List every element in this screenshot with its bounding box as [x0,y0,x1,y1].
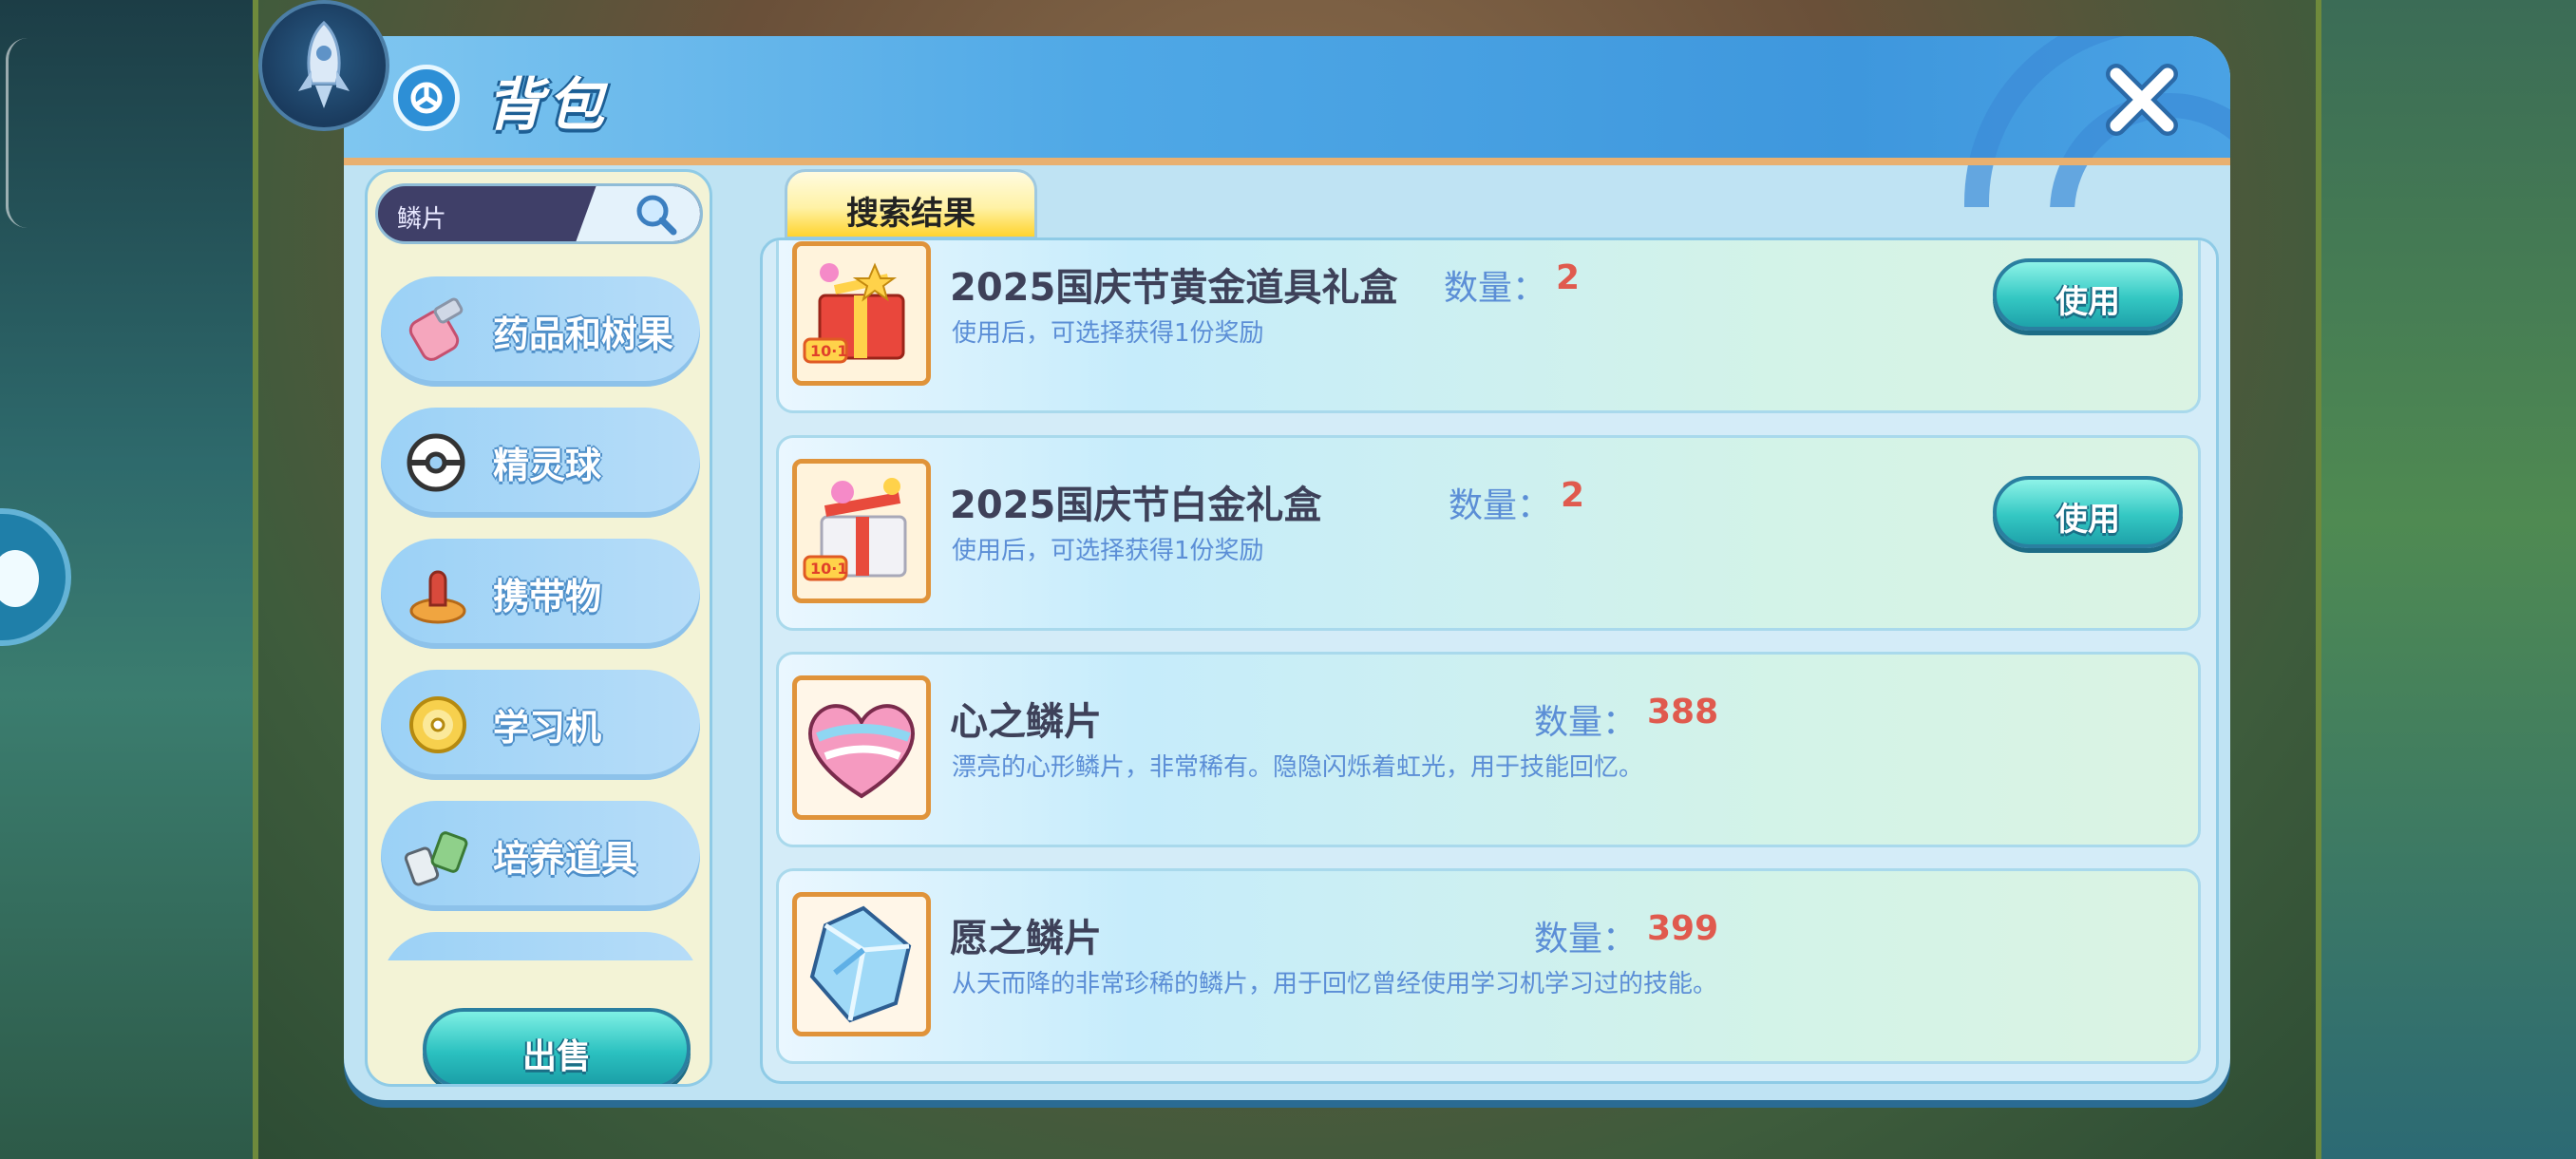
quantity-label: 数量： [1449,486,1552,525]
background-edge-left [253,0,258,1159]
close-icon [2106,64,2178,136]
rocket-button[interactable] [258,0,389,131]
category-training-items[interactable]: 培养道具 [381,801,700,911]
potion-icon [408,297,464,361]
list-item[interactable]: 心之鳞片 漂亮的心形鳞片，非常稀有。隐隐闪烁着虹光，用于技能回忆。 数量： 38… [776,652,2201,847]
disc-icon [409,696,466,753]
category-label: 药品和树果 [493,314,674,355]
list-item[interactable]: 10·1 2025国庆节黄金道具礼盒 使用后，可选择获得1份奖励 数量： 2 使… [776,240,2201,413]
quantity-value: 2 [1561,476,1585,515]
list-item[interactable]: 10·1 2025国庆节白金礼盒 使用后，可选择获得1份奖励 数量： 2 使用 [776,435,2201,631]
use-button-label: 使用 [2055,501,2120,539]
category-tm[interactable]: 学习机 [381,670,700,780]
background-right [2320,0,2576,1159]
quantity-value: 388 [1647,693,1719,732]
item-description: 从天而降的非常珍稀的鳞片，用于回忆曾经使用学习机学习过的技能。 [952,970,1718,998]
quantity-label: 数量： [1534,920,1638,959]
edge-arc [6,38,28,228]
window-title: 背包 [486,72,608,139]
quantity-label: 数量： [1444,269,1547,308]
item-name: 愿之鳞片 [950,917,1102,960]
item-list: 10·1 2025国庆节黄金道具礼盒 使用后，可选择获得1份奖励 数量： 2 使… [760,238,2219,1084]
item-name: 2025国庆节黄金道具礼盒 [950,266,1398,310]
window-header: 背包 [344,36,2230,207]
rocket-icon [298,21,350,108]
background-edge-right [2316,0,2321,1159]
quantity-label: 数量： [1534,703,1638,742]
category-label: 携带物 [493,576,602,618]
tab-label: 搜索结果 [846,195,975,233]
tab-search-results[interactable]: 搜索结果 [785,169,1037,239]
category-label: 培养道具 [493,838,638,880]
search-value: 鳞片 [397,205,447,234]
category-list: 药品和树果 精灵球 携带物 学习机 培养道具 [381,276,700,960]
item-name: 2025国庆节白金礼盒 [950,484,1322,527]
category-label: 精灵球 [493,445,602,486]
category-pokeball[interactable]: 精灵球 [381,408,700,518]
wish-scale-icon [792,892,931,1036]
search-input[interactable]: 鳞片 [375,183,703,244]
quantity-value: 2 [1556,258,1581,297]
item-name: 心之鳞片 [950,700,1102,744]
svg-text:10·1: 10·1 [810,342,847,360]
heart-scale-icon [792,675,931,820]
use-button[interactable]: 使用 [1993,476,2183,548]
held-item-icon [409,570,466,624]
quantity-value: 399 [1647,909,1719,948]
bag-icon [393,65,460,131]
category-more[interactable] [381,932,700,960]
svg-text:10·1: 10·1 [810,560,847,578]
header-divider [344,158,2230,165]
use-button[interactable]: 使用 [1993,258,2183,331]
category-label: 学习机 [493,707,602,749]
item-description: 漂亮的心形鳞片，非常稀有。隐隐闪烁着虹光，用于技能回忆。 [952,753,1644,782]
sell-button-label: 出售 [521,1037,591,1076]
search-icon [636,195,677,236]
bag-window: 背包 鳞片 药品和树果 精灵球 携带物 学习机 培养道具 出售 搜索结果 10·… [344,36,2230,1100]
close-button[interactable] [2099,57,2185,142]
pokeball-icon [407,433,465,492]
item-description: 使用后，可选择获得1份奖励 [952,319,1264,348]
gold-gift-box-icon: 10·1 [792,241,931,386]
category-panel: 鳞片 药品和树果 精灵球 携带物 学习机 培养道具 出售 [365,169,712,1087]
sell-button[interactable]: 出售 [423,1008,691,1084]
use-button-label: 使用 [2055,283,2120,321]
search-button[interactable] [605,186,700,241]
training-item-icon [404,831,468,886]
category-held-items[interactable]: 携带物 [381,539,700,649]
category-medicine-berries[interactable]: 药品和树果 [381,276,700,387]
platinum-gift-box-icon: 10·1 [792,459,931,603]
header-decoration [1945,36,2230,207]
item-description: 使用后，可选择获得1份奖励 [952,537,1264,565]
list-item[interactable]: 愿之鳞片 从天而降的非常珍稀的鳞片，用于回忆曾经使用学习机学习过的技能。 数量：… [776,868,2201,1064]
